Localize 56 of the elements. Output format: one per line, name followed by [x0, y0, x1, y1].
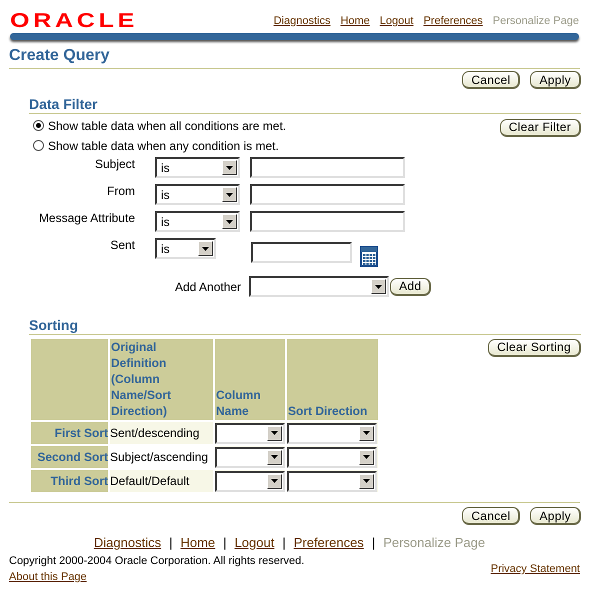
- privacy-link[interactable]: Privacy Statement: [490, 561, 580, 578]
- global-link[interactable]: Home: [180, 533, 216, 552]
- operator-select[interactable]: is: [155, 211, 240, 232]
- global-link[interactable]: Home: [340, 12, 370, 30]
- separator: |: [372, 534, 376, 552]
- field-label: From: [106, 184, 136, 198]
- separator: |: [169, 534, 172, 552]
- value-field[interactable]: [250, 211, 405, 232]
- radio-button[interactable]: [33, 120, 44, 131]
- global-link[interactable]: Preferences: [423, 12, 483, 30]
- section-heading: Data Filter: [29, 95, 98, 113]
- clear-filter-button[interactable]: Clear Filter: [500, 118, 581, 136]
- calendar-icon[interactable]: [360, 246, 378, 267]
- column-select[interactable]: [215, 470, 285, 492]
- about-link[interactable]: About this Page: [9, 569, 304, 586]
- value-field[interactable]: [250, 184, 405, 205]
- separator: |: [223, 534, 227, 552]
- action-button[interactable]: Apply: [530, 71, 581, 89]
- column-select[interactable]: [215, 446, 285, 468]
- clear-sorting-button[interactable]: Clear Sorting: [488, 338, 581, 356]
- global-link[interactable]: Logout: [380, 12, 414, 30]
- radio-button[interactable]: [33, 140, 44, 151]
- page-title: Create Query: [9, 46, 110, 66]
- direction-select[interactable]: [287, 422, 377, 444]
- operator-select[interactable]: is: [155, 157, 240, 178]
- direction-select[interactable]: [287, 470, 377, 492]
- row-header: First Sort: [30, 421, 109, 445]
- radio-label: Show table data when all conditions are met.: [48, 118, 286, 134]
- add-button[interactable]: Add: [390, 278, 432, 296]
- operator-select[interactable]: is: [155, 184, 240, 205]
- table-cell: Sent/descending: [109, 421, 214, 445]
- table-cell: Default/Default: [109, 469, 214, 493]
- field-label: Message Attribute: [38, 211, 136, 225]
- direction-select[interactable]: [287, 446, 377, 468]
- row-header: Second Sort: [30, 445, 109, 469]
- oracle-logo: ORACLE: [10, 11, 138, 31]
- separator: |: [282, 534, 286, 552]
- value-field[interactable]: [250, 157, 405, 178]
- global-link[interactable]: Diagnostics: [94, 533, 162, 552]
- global-link[interactable]: Diagnostics: [274, 12, 330, 30]
- action-button[interactable]: Cancel: [462, 71, 520, 89]
- row-header: Third Sort: [30, 469, 109, 493]
- field-label: Sent: [109, 238, 136, 252]
- global-link[interactable]: Logout: [234, 533, 274, 552]
- global-link[interactable]: Preferences: [294, 533, 364, 552]
- value-field[interactable]: [251, 242, 352, 263]
- action-button[interactable]: Cancel: [462, 507, 520, 525]
- field-label: Subject: [94, 157, 136, 171]
- action-button[interactable]: Apply: [530, 507, 581, 525]
- operator-select[interactable]: is: [155, 238, 216, 259]
- radio-label: Show table data when any condition is met.: [48, 138, 279, 154]
- copyright-text: Copyright 2000-2004 Oracle Corporation. All rights reserved.: [9, 554, 304, 568]
- column-select[interactable]: [215, 422, 285, 444]
- section-heading: Sorting: [29, 317, 79, 334]
- add-another-label: Add Another: [175, 278, 242, 296]
- add-field-select[interactable]: [249, 276, 390, 297]
